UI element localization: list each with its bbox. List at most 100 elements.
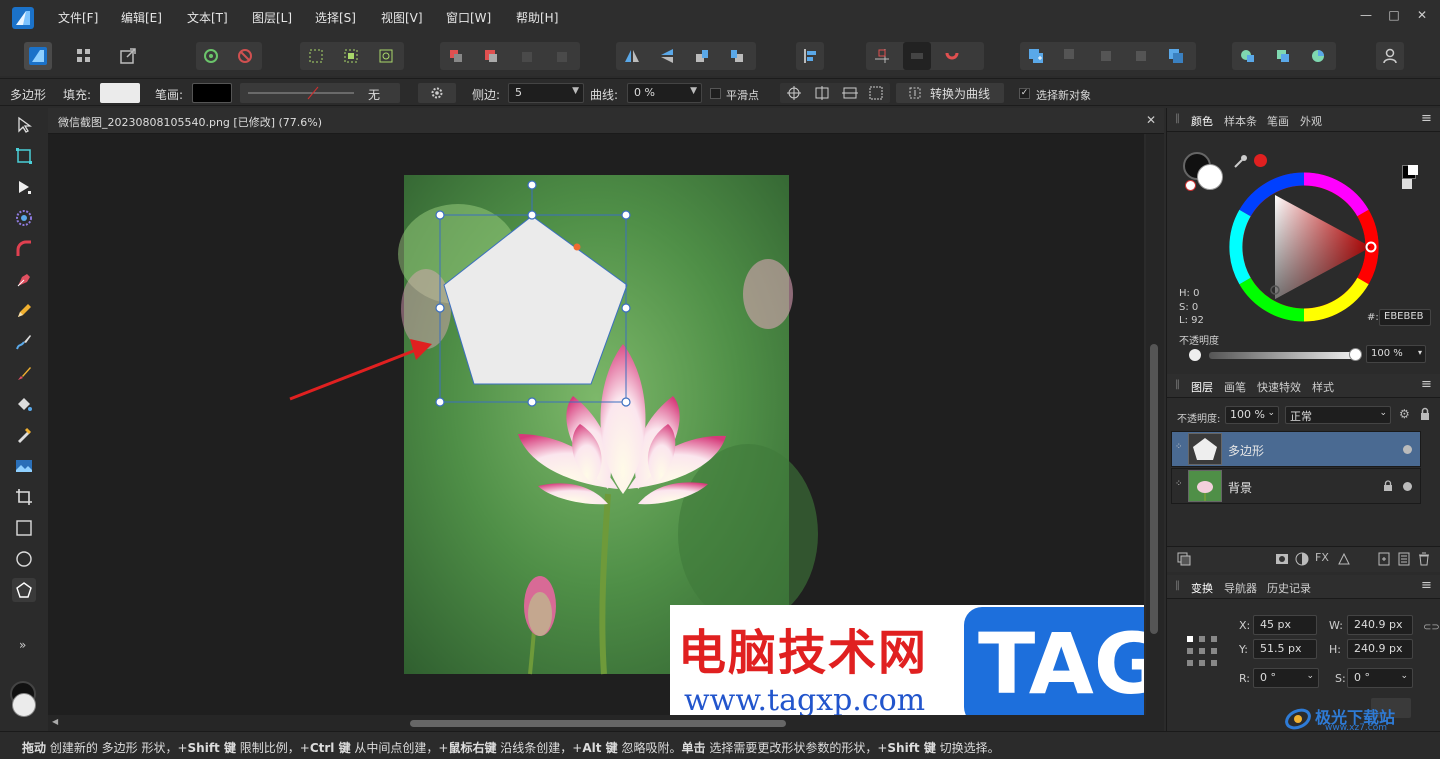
horizontal-scrollbar[interactable]: ◀ (48, 715, 1164, 731)
menu-window[interactable]: 窗口[W] (446, 9, 491, 26)
transform-origin-icon[interactable] (868, 42, 896, 70)
polygon-tool-icon[interactable] (12, 578, 36, 602)
menu-text[interactable]: 文本[T] (187, 9, 228, 26)
mask-layer-icon[interactable] (1275, 552, 1289, 566)
no-color-icon[interactable] (1185, 180, 1196, 191)
stop-sync-icon[interactable] (231, 42, 259, 70)
tab-quick-effects[interactable]: 快速特效 (1257, 379, 1301, 395)
panel-menu-icon[interactable]: ≡ (1421, 111, 1432, 126)
snap-objects-icon[interactable] (372, 42, 400, 70)
move-tool-icon[interactable] (12, 113, 36, 137)
export-persona-button[interactable] (114, 42, 142, 70)
move-back-one-icon[interactable] (477, 42, 505, 70)
tab-styles[interactable]: 样式 (1312, 379, 1334, 395)
geometry-combine-icon[interactable] (1269, 42, 1297, 70)
color-wheel[interactable] (1229, 172, 1379, 322)
layer-visibility-icon[interactable] (1403, 482, 1412, 491)
fill-swatch[interactable] (100, 83, 140, 103)
menu-file[interactable]: 文件[F] (58, 9, 98, 26)
opacity-slider[interactable] (1209, 352, 1355, 359)
menu-edit[interactable]: 编辑[E] (121, 9, 162, 26)
rectangle-tool-icon[interactable] (12, 516, 36, 540)
vector-brush-icon[interactable] (12, 330, 36, 354)
new-layer-icon[interactable] (1377, 552, 1391, 566)
corner-tool-icon[interactable] (12, 237, 36, 261)
convert-to-curves-button[interactable]: 转换为曲线 (896, 83, 1004, 103)
tab-navigator[interactable]: 导航器 (1224, 580, 1257, 596)
flip-vertical-icon[interactable] (653, 42, 681, 70)
boolean-toggle-icon[interactable] (903, 42, 931, 70)
intersect-shapes-icon[interactable] (1092, 42, 1120, 70)
more-tools-icon[interactable]: » (19, 638, 26, 652)
layer-lock-icon[interactable] (1419, 407, 1431, 424)
layer-visibility-icon[interactable] (1403, 445, 1412, 454)
tab-transform[interactable]: 变换 (1191, 580, 1213, 596)
opacity-dropdown[interactable]: 100 % ▾ (1366, 345, 1426, 363)
place-image-icon[interactable] (12, 454, 36, 478)
color-picker-icon[interactable] (1233, 153, 1249, 172)
shear-input[interactable]: 0 ° ⌄ (1347, 668, 1413, 688)
rotate-right-icon[interactable] (723, 42, 751, 70)
group-layer-icon[interactable] (1397, 552, 1411, 566)
paint-brush-icon[interactable] (12, 361, 36, 385)
layer-opacity-dropdown[interactable]: 100 % ⌄ (1225, 406, 1279, 424)
hex-input[interactable]: EBEBEB (1379, 309, 1431, 326)
rotation-input[interactable]: 0 ° ⌄ (1253, 668, 1319, 688)
snap-bounds-icon[interactable] (337, 42, 365, 70)
live-filter-icon[interactable] (1337, 552, 1351, 566)
rotate-left-icon[interactable] (688, 42, 716, 70)
anchor-selector[interactable] (1185, 634, 1223, 672)
canvas-area[interactable]: 电脑技术网 www.tagxp.com TAG (48, 134, 1144, 715)
y-input[interactable]: 51.5 px (1253, 639, 1317, 659)
tab-history[interactable]: 历史记录 (1267, 580, 1311, 596)
tab-swatches[interactable]: 样本条 (1224, 113, 1257, 129)
layer-copy-icon[interactable] (1177, 552, 1191, 566)
menu-help[interactable]: 帮助[H] (516, 9, 558, 26)
shape-settings-button[interactable] (418, 83, 456, 103)
align-icon[interactable] (796, 42, 824, 70)
tab-color[interactable]: 颜色 (1191, 113, 1213, 129)
scroll-left-icon[interactable]: ◀ (52, 717, 58, 726)
move-to-back-icon[interactable] (442, 42, 470, 70)
ellipse-tool-icon[interactable] (12, 547, 36, 571)
layer-locked-icon[interactable] (1383, 480, 1393, 495)
designer-persona-button[interactable] (24, 42, 52, 70)
pen-tool-icon[interactable] (12, 268, 36, 292)
fx-layer-icon[interactable]: FX (1315, 551, 1329, 564)
flip-horizontal-icon[interactable] (618, 42, 646, 70)
close-window-button[interactable]: ✕ (1412, 8, 1432, 26)
layer-row-polygon[interactable]: ⁘ 多边形 (1171, 431, 1421, 467)
panel-menu-icon[interactable]: ≡ (1421, 377, 1432, 392)
w-input[interactable]: 240.9 px (1347, 615, 1413, 635)
vertical-scrollbar[interactable] (1146, 134, 1164, 715)
menu-layer[interactable]: 图层[L] (252, 9, 292, 26)
xor-shapes-icon[interactable] (1127, 42, 1155, 70)
tab-brushes[interactable]: 画笔 (1224, 379, 1246, 395)
delete-layer-icon[interactable] (1417, 552, 1431, 566)
minimize-button[interactable]: — (1356, 8, 1376, 26)
subtract-shapes-icon[interactable] (1057, 42, 1085, 70)
move-to-front-icon[interactable] (547, 42, 575, 70)
reset-swatch[interactable] (1402, 179, 1412, 189)
horizontal-scroll-thumb[interactable] (410, 720, 786, 727)
user-account-icon[interactable] (1376, 42, 1404, 70)
move-forward-one-icon[interactable] (512, 42, 540, 70)
tab-stroke[interactable]: 笔画 (1267, 113, 1289, 129)
crop-tool-icon[interactable] (12, 485, 36, 509)
snap-grid-icon[interactable] (302, 42, 330, 70)
tab-layers[interactable]: 图层 (1191, 379, 1213, 395)
snapping-magnet-icon[interactable] (938, 42, 966, 70)
h-input[interactable]: 240.9 px (1347, 639, 1413, 659)
stroke-style-selector[interactable]: 无 (240, 83, 400, 103)
stroke-swatch[interactable] (192, 83, 232, 103)
sides-dropdown[interactable]: 5 ▼ (508, 83, 584, 103)
geometry-add-icon[interactable] (1234, 42, 1262, 70)
x-input[interactable]: 45 px (1253, 615, 1317, 635)
artboard-tool-icon[interactable] (12, 144, 36, 168)
sync-settings-icon[interactable] (197, 42, 225, 70)
add-shapes-icon[interactable] (1022, 42, 1050, 70)
curve-dropdown[interactable]: 0 % ▼ (627, 83, 702, 103)
fill-color-well[interactable] (12, 693, 36, 717)
blend-mode-dropdown[interactable]: 正常 ⌄ (1285, 406, 1391, 424)
smooth-points-checkbox[interactable] (710, 88, 721, 99)
